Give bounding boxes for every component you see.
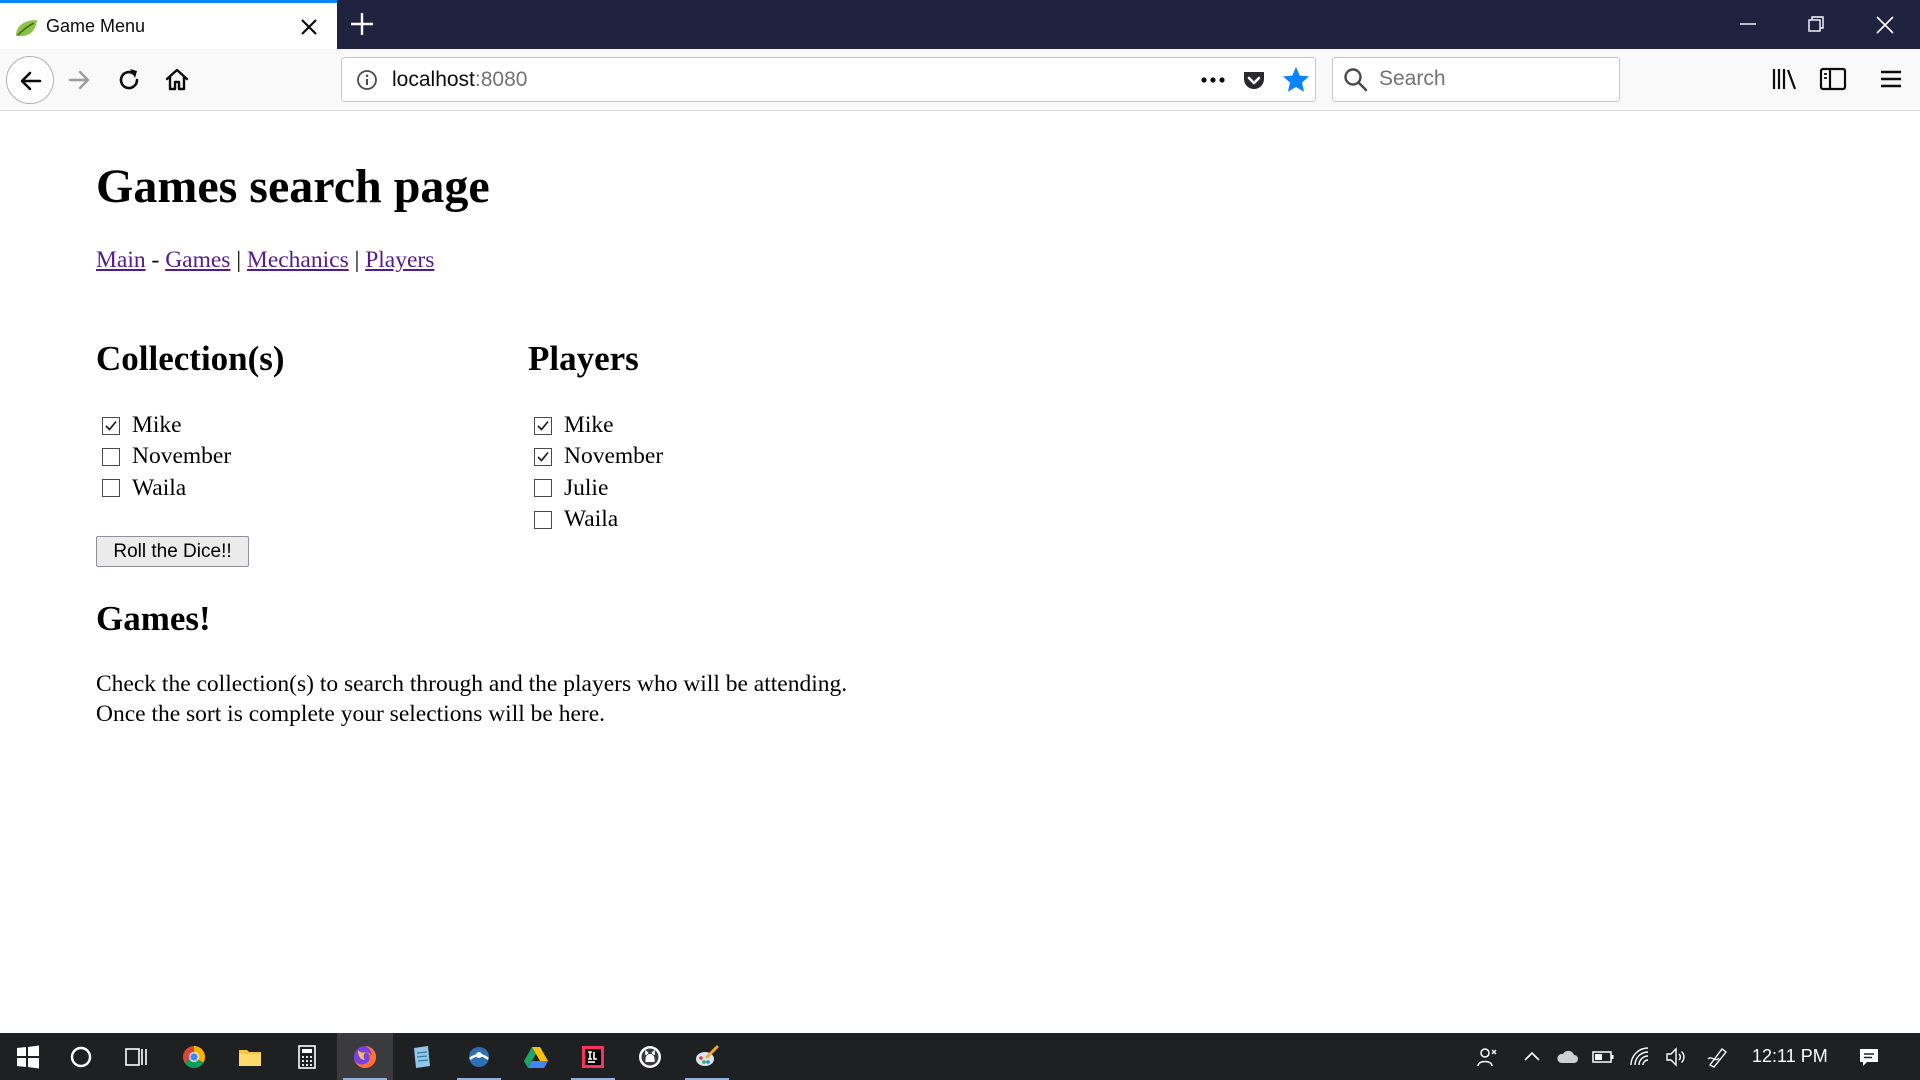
google-drive-icon[interactable]	[508, 1033, 564, 1080]
games-description: Check the collection(s) to search throug…	[96, 669, 847, 729]
player-option-waila[interactable]: Waila	[528, 504, 663, 535]
nav-link-players[interactable]: Players	[365, 247, 434, 273]
volume-icon[interactable]	[1664, 1045, 1688, 1069]
tab-strip: Game Menu	[0, 0, 1920, 49]
roll-the-dice-button[interactable]: Roll the Dice!!	[96, 536, 249, 567]
bookmark-star-icon[interactable]	[1281, 65, 1311, 95]
games-description-line: Check the collection(s) to search throug…	[96, 671, 848, 697]
collection-checkbox-november[interactable]	[102, 447, 120, 466]
page-content: Games search page Main - Games | Mechani…	[0, 111, 1920, 1033]
checkbox-label: November	[132, 443, 232, 470]
home-icon[interactable]	[163, 65, 191, 93]
cortana-icon[interactable]	[53, 1033, 109, 1080]
player-option-julie[interactable]: Julie	[528, 473, 663, 504]
checkbox-label: Mike	[132, 412, 182, 439]
people-icon[interactable]	[1475, 1045, 1499, 1069]
windows-taskbar: 12:11 PM	[0, 1033, 1920, 1080]
library-icon[interactable]	[1770, 65, 1800, 93]
collection-checkbox-waila[interactable]	[102, 479, 120, 498]
url-port: :8080	[474, 68, 528, 91]
player-checkbox-waila[interactable]	[534, 510, 552, 529]
checkmark-icon	[537, 420, 549, 431]
players-heading: Players	[528, 339, 639, 378]
page-title: Games search page	[96, 160, 490, 213]
url-bar[interactable]: localhost:8080	[341, 57, 1316, 102]
chevron-up-icon[interactable]	[1520, 1045, 1544, 1069]
minimize-window-icon[interactable]	[1736, 14, 1760, 34]
notepad-icon[interactable]	[393, 1033, 449, 1080]
nav-link-games[interactable]: Games	[165, 247, 230, 273]
checkbox-label: Mike	[564, 412, 614, 439]
collections-list: Mike November Waila	[96, 410, 285, 504]
close-tab-icon[interactable]	[298, 16, 320, 38]
wifi-icon[interactable]	[1628, 1045, 1652, 1069]
forward-arrow-icon[interactable]	[66, 67, 92, 93]
player-checkbox-mike[interactable]	[534, 416, 552, 435]
battery-icon[interactable]	[1591, 1045, 1615, 1069]
players-section: Players Mike November Julie Waila	[528, 339, 663, 535]
more-actions-icon[interactable]	[1198, 68, 1228, 92]
player-checkbox-november[interactable]	[534, 447, 552, 466]
sidebar-icon[interactable]	[1818, 65, 1848, 93]
games-heading: Games!	[96, 599, 211, 638]
windows-start-icon[interactable]	[0, 1033, 56, 1080]
player-checkbox-julie[interactable]	[534, 479, 552, 498]
checkbox-label: Waila	[564, 506, 619, 533]
pocket-icon[interactable]	[1241, 67, 1267, 93]
paint-icon[interactable]	[679, 1033, 735, 1080]
app-icon[interactable]	[451, 1033, 507, 1080]
tab-title: Game Menu	[46, 16, 146, 36]
pen-ink-icon[interactable]	[1706, 1045, 1730, 1069]
search-input[interactable]	[1379, 64, 1609, 94]
action-center-icon[interactable]	[1857, 1045, 1881, 1069]
chrome-icon[interactable]	[166, 1033, 222, 1080]
calculator-icon[interactable]	[279, 1033, 335, 1080]
checkbox-label: November	[564, 443, 664, 470]
restore-window-icon[interactable]	[1804, 14, 1828, 34]
arrow-left-icon	[20, 71, 42, 91]
nav-separator: -	[145, 247, 166, 273]
github-icon[interactable]	[622, 1033, 678, 1080]
collection-option-waila[interactable]: Waila	[96, 473, 285, 504]
close-window-icon[interactable]	[1872, 13, 1898, 37]
hamburger-menu-icon[interactable]	[1876, 65, 1906, 93]
search-icon	[1344, 68, 1368, 92]
checkbox-label: Julie	[564, 474, 609, 501]
player-option-november[interactable]: November	[528, 441, 663, 472]
checkmark-icon	[537, 451, 549, 462]
back-button[interactable]	[6, 56, 54, 104]
url-text[interactable]: localhost:8080	[392, 68, 527, 92]
site-info-icon[interactable]	[356, 69, 378, 91]
task-view-icon[interactable]	[108, 1033, 164, 1080]
nav-separator: |	[230, 247, 247, 273]
collection-option-mike[interactable]: Mike	[96, 410, 285, 441]
intellij-icon[interactable]	[565, 1033, 621, 1080]
spring-leaf-icon	[16, 20, 37, 37]
reload-icon[interactable]	[115, 66, 143, 94]
taskbar-clock[interactable]: 12:11 PM	[1752, 1046, 1828, 1067]
nav-link-main[interactable]: Main	[96, 247, 146, 273]
onedrive-cloud-icon[interactable]	[1555, 1045, 1579, 1069]
navigation-toolbar: localhost:8080	[0, 49, 1920, 111]
collection-option-november[interactable]: November	[96, 441, 285, 472]
player-option-mike[interactable]: Mike	[528, 410, 663, 441]
players-list: Mike November Julie Waila	[528, 410, 663, 535]
tab-game-menu[interactable]: Game Menu	[0, 0, 337, 49]
checkbox-label: Waila	[132, 474, 187, 501]
site-nav: Main - Games | Mechanics | Players	[96, 247, 434, 274]
nav-link-mechanics[interactable]: Mechanics	[247, 247, 349, 273]
games-description-line: Once the sort is complete your selection…	[96, 701, 606, 727]
collection-checkbox-mike[interactable]	[102, 416, 120, 435]
search-bar[interactable]	[1332, 57, 1620, 102]
collections-heading: Collection(s)	[96, 339, 285, 378]
url-host: localhost	[392, 68, 475, 91]
checkmark-icon	[105, 420, 117, 431]
file-explorer-icon[interactable]	[222, 1033, 278, 1080]
nav-separator: |	[348, 247, 366, 273]
new-tab-icon[interactable]	[349, 11, 375, 37]
collections-section: Collection(s) Mike November Waila	[96, 339, 285, 504]
firefox-icon[interactable]	[337, 1033, 393, 1080]
